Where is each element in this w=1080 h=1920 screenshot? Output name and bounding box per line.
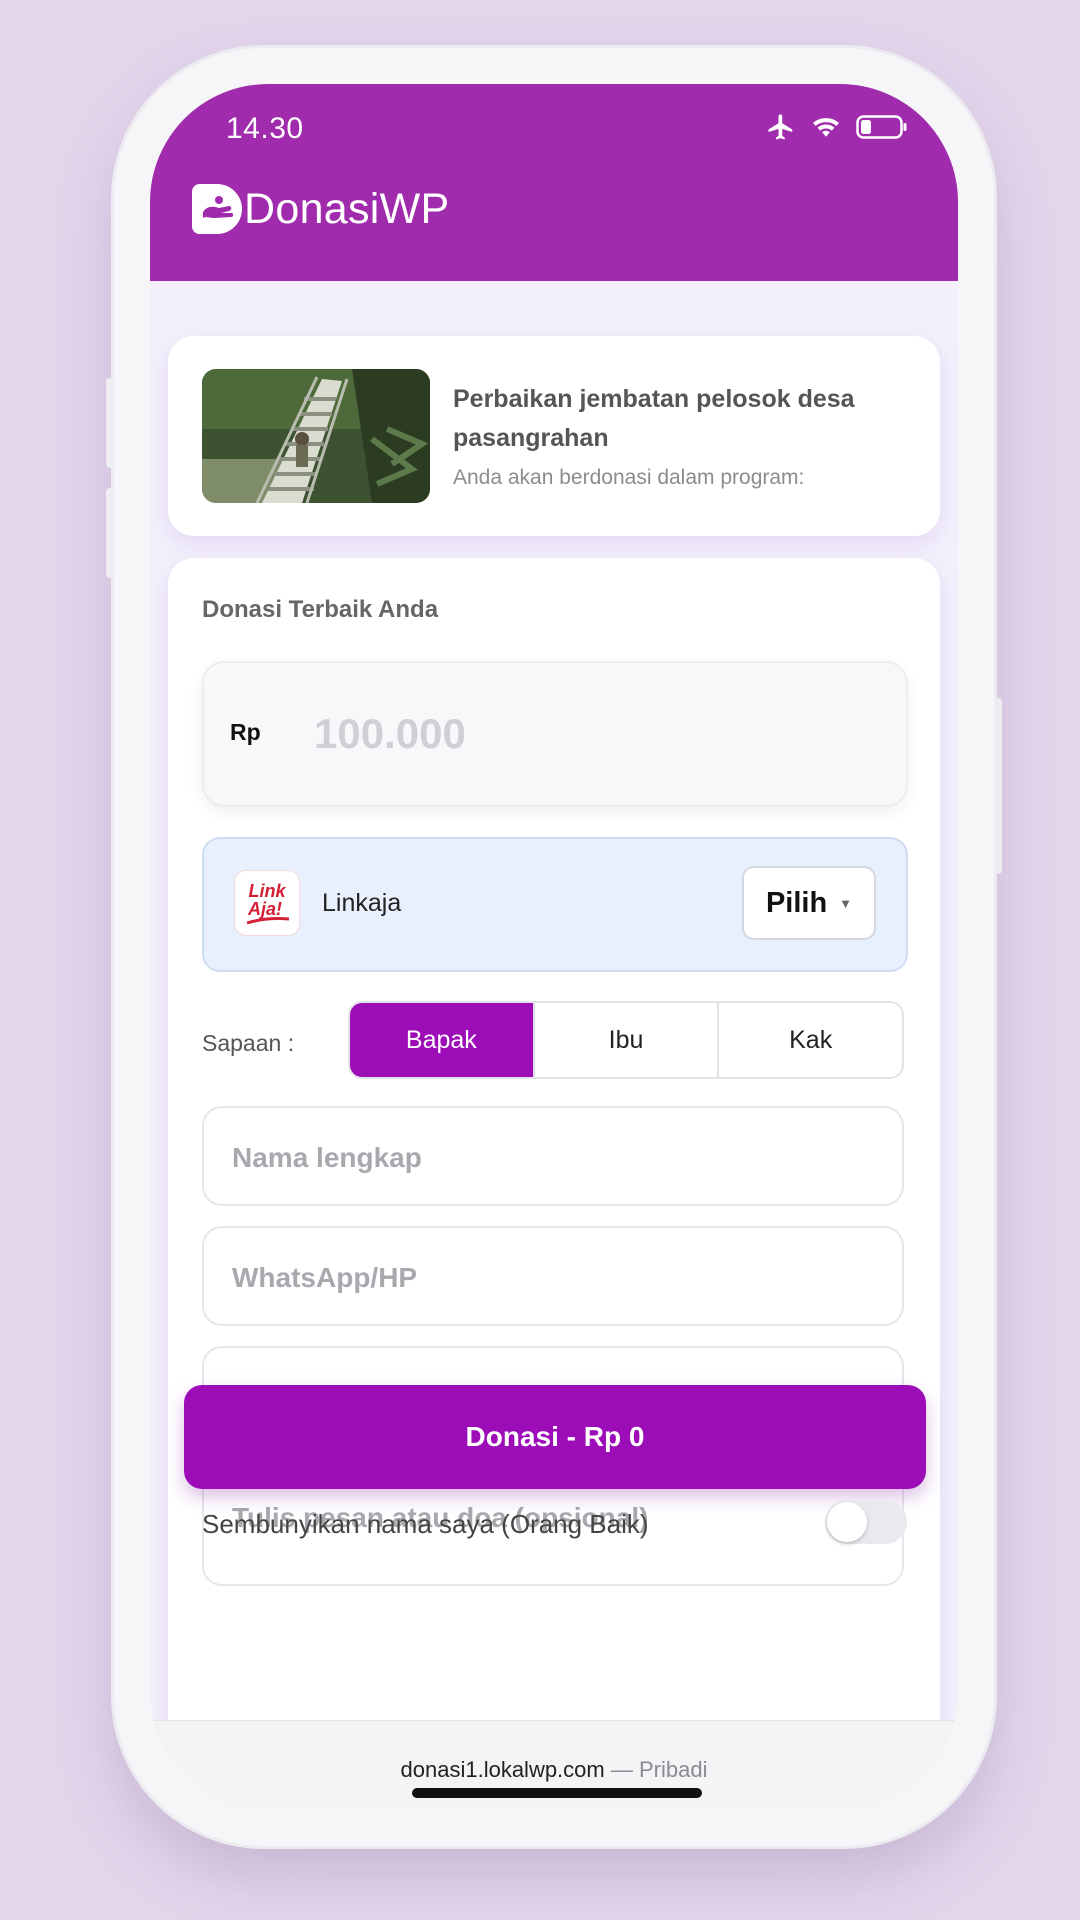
anonymous-label: Sembunyikan nama saya (Orang Baik) — [202, 1509, 649, 1539]
status-time: 14.30 — [226, 112, 304, 145]
battery-icon — [856, 115, 907, 139]
program-subtitle: Anda akan berdonasi dalam program: — [453, 466, 805, 489]
status-icons — [766, 112, 908, 142]
phone-frame: 14.30 DonasiWP Perbaikan jembatan peloso… — [106, 48, 1002, 1846]
brand-name: DonasiWP — [244, 184, 450, 233]
browsing-mode: — Pribadi — [610, 1757, 708, 1782]
donation-label: Donasi Terbaik Anda — [202, 596, 439, 623]
amount-field[interactable]: Rp — [202, 661, 908, 807]
program-card[interactable]: Perbaikan jembatan pelosok desa pasangra… — [168, 336, 940, 536]
home-indicator[interactable] — [412, 1788, 702, 1798]
payment-name: Linkaja — [322, 889, 402, 917]
phone-input[interactable] — [230, 1250, 874, 1306]
payment-method[interactable]: Link Aja! Linkaja Pilih ▼ — [202, 837, 908, 972]
choose-payment-label: Pilih — [765, 886, 828, 919]
choose-payment-button[interactable]: Pilih ▼ — [742, 866, 876, 940]
volume-button — [106, 488, 114, 578]
salutation-selector: Bapak Ibu Kak — [348, 1001, 904, 1079]
toggle-knob — [827, 1502, 867, 1542]
currency-label: Rp — [230, 719, 261, 745]
linkaja-logo-text-2: Aja! — [247, 899, 282, 919]
volume-button — [106, 378, 114, 468]
donation-form: Donasi Terbaik Anda Rp Link Aja! Linkaja — [168, 558, 940, 1810]
page-content: Perbaikan jembatan pelosok desa pasangra… — [150, 281, 958, 1810]
screen: 14.30 DonasiWP Perbaikan jembatan peloso… — [150, 84, 958, 1810]
salutation-option-ibu[interactable]: Ibu — [532, 1003, 718, 1077]
salutation-option-kak[interactable]: Kak — [717, 1003, 902, 1077]
amount-input[interactable] — [312, 703, 876, 765]
linkaja-logo: Link Aja! — [234, 870, 300, 936]
salutation-label: Sapaan : — [202, 1030, 295, 1056]
app-header: 14.30 DonasiWP — [150, 84, 958, 281]
name-field[interactable] — [202, 1106, 904, 1206]
airplane-icon — [768, 114, 793, 140]
wifi-icon — [813, 118, 839, 137]
salutation-option-bapak[interactable]: Bapak — [350, 1003, 533, 1077]
hand-heart-icon — [192, 184, 242, 234]
brand-logo[interactable]: DonasiWP — [192, 184, 450, 234]
url-line[interactable]: donasi1.lokalwp.com — Pribadi — [150, 1757, 958, 1783]
name-input[interactable] — [230, 1130, 874, 1186]
donate-button[interactable]: Donasi - Rp 0 — [184, 1385, 926, 1489]
anonymous-toggle[interactable] — [825, 1500, 907, 1544]
program-image — [202, 369, 430, 503]
side-button — [994, 698, 1002, 874]
program-title: Perbaikan jembatan pelosok desa pasangra… — [453, 385, 855, 452]
url-text: donasi1.lokalwp.com — [400, 1757, 605, 1782]
caret-down-icon: ▼ — [839, 895, 853, 911]
linkaja-logo-text-1: Link — [248, 881, 286, 901]
phone-field[interactable] — [202, 1226, 904, 1326]
